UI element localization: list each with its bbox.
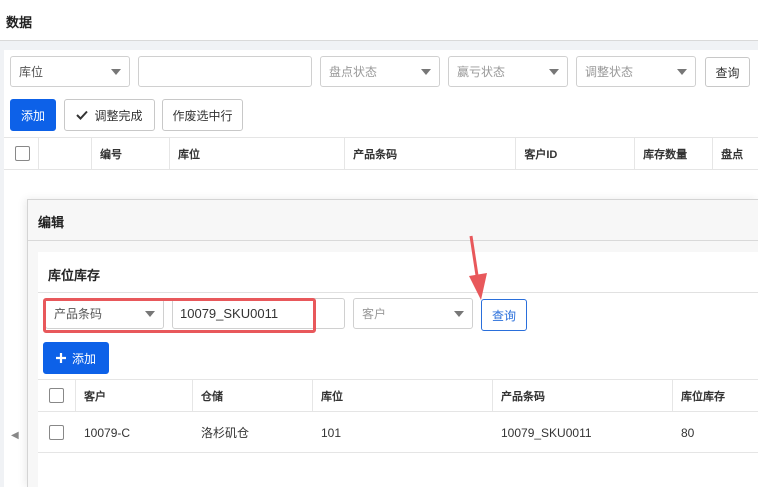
chevron-down-icon: [421, 68, 431, 75]
column-header: 客户ID: [516, 138, 636, 169]
cell-warehouse: 洛杉矶仓: [201, 426, 250, 440]
profit-loss-status-select[interactable]: 赢亏状态: [448, 56, 568, 87]
select-all-checkbox[interactable]: [15, 146, 30, 161]
column-header: 仓储: [193, 380, 313, 411]
modal-title: 编辑: [38, 215, 65, 230]
column-header: 客户: [76, 380, 193, 411]
count-status-select[interactable]: 盘点状态: [320, 56, 440, 87]
column-header: 编号: [92, 138, 170, 169]
modal-add-label: 添加: [71, 351, 96, 366]
modal-table-header: 客户 仓储 库位 产品条码 库位库存: [38, 379, 758, 412]
chevron-down-icon: [549, 68, 559, 75]
profit-loss-status-placeholder: 赢亏状态: [457, 65, 506, 79]
adjust-status-select[interactable]: 调整状态: [576, 56, 696, 87]
query-button[interactable]: 查询: [705, 57, 750, 87]
section-title: 库位库存: [48, 268, 101, 283]
chevron-down-icon: [111, 68, 121, 75]
adjust-done-button[interactable]: 调整完成: [64, 99, 155, 131]
search-input[interactable]: [138, 56, 312, 87]
section-divider: [38, 292, 758, 293]
column-header: 盘点: [721, 148, 744, 161]
modal-select-all-checkbox[interactable]: [49, 388, 64, 403]
table-row[interactable]: 10079-C 洛杉矶仓 101 10079_SKU0011 80: [38, 413, 758, 453]
page-title: 数据: [6, 15, 33, 30]
customer-placeholder: 客户: [362, 307, 387, 321]
chevron-down-icon: [454, 310, 464, 317]
column-header: 产品条码: [493, 380, 673, 411]
chevron-down-icon: [677, 68, 687, 75]
row-checkbox-cell: [38, 425, 76, 440]
modal-select-all-cell: [38, 380, 76, 411]
highlight-box: [43, 298, 316, 333]
location-select-value: 库位: [19, 65, 44, 79]
chevron-left-icon[interactable]: ◀: [11, 430, 19, 441]
column-header: 库位: [313, 380, 493, 411]
void-selected-button[interactable]: 作废选中行: [162, 99, 243, 131]
column-header: 产品条码: [345, 138, 517, 169]
cell-location: 101: [321, 425, 342, 440]
plus-icon: [55, 353, 66, 363]
column-header: 库存数量: [635, 138, 714, 169]
modal-divider: [28, 240, 758, 241]
adjust-done-label: 调整完成: [94, 108, 143, 123]
main-table-header: 编号 库位 产品条码 客户ID 库存数量 盘点: [4, 137, 758, 170]
spacer-cell: [39, 138, 93, 169]
column-header: 库位库存: [681, 390, 725, 403]
count-status-placeholder: 盘点状态: [329, 65, 378, 79]
select-all-cell: [4, 138, 40, 169]
customer-select[interactable]: 客户: [353, 298, 473, 329]
cell-stock: 80: [681, 425, 695, 440]
check-icon: [76, 110, 89, 120]
cell-barcode: 10079_SKU0011: [501, 425, 592, 440]
modal-add-button[interactable]: 添加: [43, 342, 109, 374]
cell-customer: 10079-C: [84, 425, 131, 440]
location-select[interactable]: 库位: [10, 56, 130, 87]
row-checkbox[interactable]: [49, 425, 64, 440]
add-button[interactable]: 添加: [10, 99, 56, 131]
adjust-status-placeholder: 调整状态: [585, 65, 634, 79]
annotation-arrow: [469, 235, 487, 300]
column-header: 库位: [170, 138, 346, 169]
